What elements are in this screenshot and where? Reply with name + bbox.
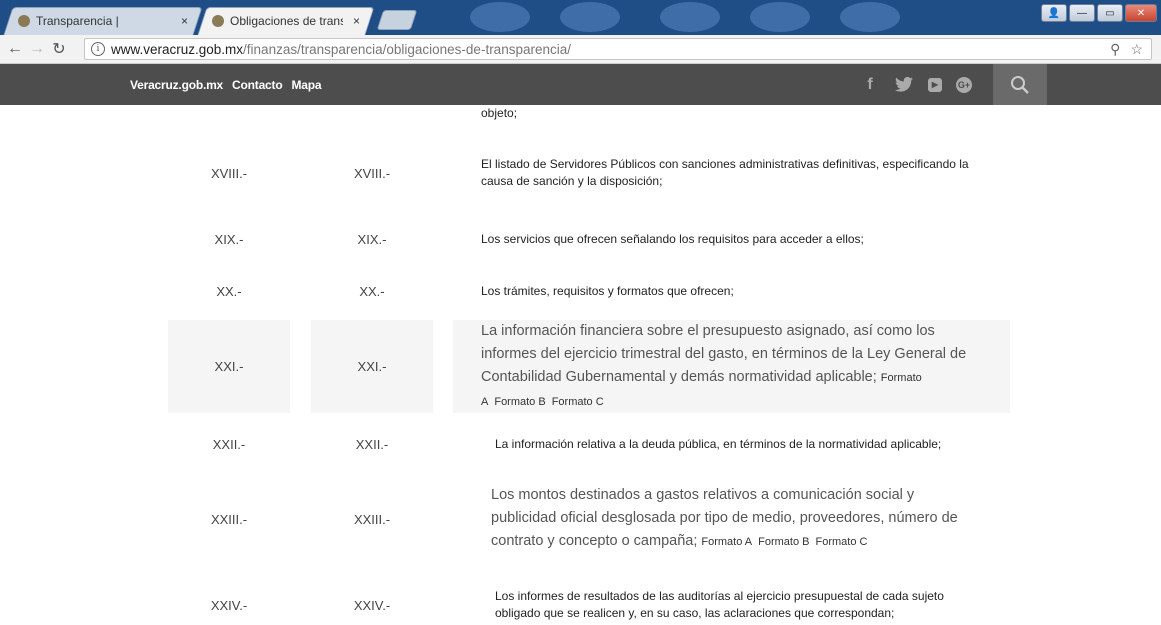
fraction-number: XX.- bbox=[359, 283, 385, 299]
decor bbox=[660, 2, 720, 32]
fraction-number: XXIV.- bbox=[353, 597, 391, 613]
table-row: XXI.- XXI.- La información financiera so… bbox=[0, 320, 1161, 413]
browser-tab-strip: Transparencia | × Obligaciones de transp… bbox=[0, 0, 1161, 35]
maximize-button[interactable]: ▭ bbox=[1097, 4, 1123, 22]
table-row: XXII.- XXII.- La información relativa a … bbox=[0, 430, 1161, 458]
fraction-number: XXII.- bbox=[355, 436, 389, 452]
youtube-icon[interactable]: ▶ bbox=[928, 77, 942, 92]
decor bbox=[470, 2, 530, 32]
browser-tab-2[interactable]: Obligaciones de transpar × bbox=[197, 7, 375, 35]
decor bbox=[560, 2, 620, 32]
url-path: /finanzas/transparencia/obligaciones-de-… bbox=[243, 41, 571, 57]
close-window-button[interactable]: ✕ bbox=[1125, 4, 1157, 22]
forward-icon[interactable]: → bbox=[26, 40, 48, 58]
obligation-text: Los informes de resultados de las audito… bbox=[495, 589, 944, 620]
tab-title: Transparencia | bbox=[36, 14, 119, 28]
site-search-button[interactable] bbox=[993, 64, 1047, 105]
formato-c-link[interactable]: Formato C bbox=[552, 396, 604, 408]
article-number: XX.- bbox=[216, 283, 242, 299]
table-row: XXIV.- XXIV.- Los informes de resultados… bbox=[0, 585, 1161, 625]
article-number: XXIV.- bbox=[210, 597, 248, 613]
info-icon[interactable]: i bbox=[91, 42, 105, 56]
address-bar[interactable]: i www.veracruz.gob.mx/finanzas/transpare… bbox=[84, 38, 1152, 60]
table-row: XVIII.- XVIII.- El listado de Servidores… bbox=[0, 150, 1161, 196]
url-host: www.veracruz.gob.mx bbox=[111, 41, 244, 57]
facebook-icon[interactable]: f bbox=[860, 75, 880, 95]
fraction-number: XIX.- bbox=[357, 231, 387, 247]
table-row: XIX.- XIX.- Los servicios que ofrecen se… bbox=[0, 225, 1161, 253]
nav-link-mapa[interactable]: Mapa bbox=[291, 78, 321, 92]
decor bbox=[840, 2, 900, 32]
article-number: XXIII.- bbox=[210, 511, 248, 527]
new-tab-button[interactable] bbox=[376, 10, 418, 30]
article-number: XVIII.- bbox=[210, 165, 248, 181]
site-header-nav: Veracruz.gob.mx Contacto Mapa f ▶ G+ bbox=[0, 64, 1161, 105]
close-tab-icon[interactable]: × bbox=[353, 14, 360, 28]
user-icon[interactable]: 👤 bbox=[1041, 4, 1067, 22]
bookmark-star-icon[interactable]: ☆ bbox=[1130, 41, 1143, 58]
window-controls: 👤 — ▭ ✕ bbox=[1041, 4, 1157, 22]
site-favicon-icon bbox=[18, 15, 30, 27]
reload-icon[interactable]: ↻ bbox=[48, 39, 70, 59]
fraction-number: XXIII.- bbox=[353, 511, 391, 527]
tab-title: Obligaciones de transpar bbox=[230, 14, 343, 28]
nav-link-contacto[interactable]: Contacto bbox=[232, 78, 283, 92]
fraction-number: XXI.- bbox=[311, 320, 433, 413]
formato-b-link[interactable]: Formato B bbox=[494, 396, 545, 408]
obligation-text: La información relativa a la deuda públi… bbox=[495, 436, 942, 451]
search-icon bbox=[1011, 75, 1029, 94]
obligation-text: Los trámites, requisitos y formatos que … bbox=[481, 283, 734, 298]
formato-a-link[interactable]: Formato A bbox=[701, 536, 752, 548]
text-fragment-row: objeto; bbox=[0, 105, 1161, 133]
article-number: XIX.- bbox=[214, 231, 244, 247]
twitter-icon[interactable] bbox=[894, 75, 914, 95]
obligation-cell: La información financiera sobre el presu… bbox=[453, 320, 1010, 413]
table-row: XX.- XX.- Los trámites, requisitos y for… bbox=[0, 277, 1161, 305]
obligation-cell: Los montos destinados a gastos relativos… bbox=[453, 480, 1010, 558]
decor bbox=[750, 2, 810, 32]
nav-link-veracruz[interactable]: Veracruz.gob.mx bbox=[130, 78, 223, 92]
browser-toolbar: ← → ↻ i www.veracruz.gob.mx/finanzas/tra… bbox=[0, 35, 1161, 64]
article-number: XXII.- bbox=[212, 436, 246, 452]
formato-b-link[interactable]: Formato B bbox=[758, 536, 809, 548]
obligation-text: El listado de Servidores Públicos con sa… bbox=[481, 157, 969, 188]
back-icon[interactable]: ← bbox=[4, 40, 26, 58]
obligation-text: objeto; bbox=[481, 106, 518, 120]
browser-tab-1[interactable]: Transparencia | × bbox=[3, 7, 203, 35]
close-tab-icon[interactable]: × bbox=[181, 14, 188, 28]
zoom-icon[interactable]: ⚲ bbox=[1110, 41, 1120, 58]
site-favicon-icon bbox=[212, 15, 224, 27]
google-plus-icon[interactable]: G+ bbox=[956, 76, 972, 93]
fraction-number: XVIII.- bbox=[353, 165, 391, 181]
article-number: XXI.- bbox=[168, 320, 290, 413]
table-row: XXIII.- XXIII.- Los montos destinados a … bbox=[0, 480, 1161, 558]
formato-c-link[interactable]: Formato C bbox=[816, 536, 868, 548]
obligation-text: Los servicios que ofrecen señalando los … bbox=[481, 231, 864, 246]
minimize-button[interactable]: — bbox=[1069, 4, 1095, 22]
